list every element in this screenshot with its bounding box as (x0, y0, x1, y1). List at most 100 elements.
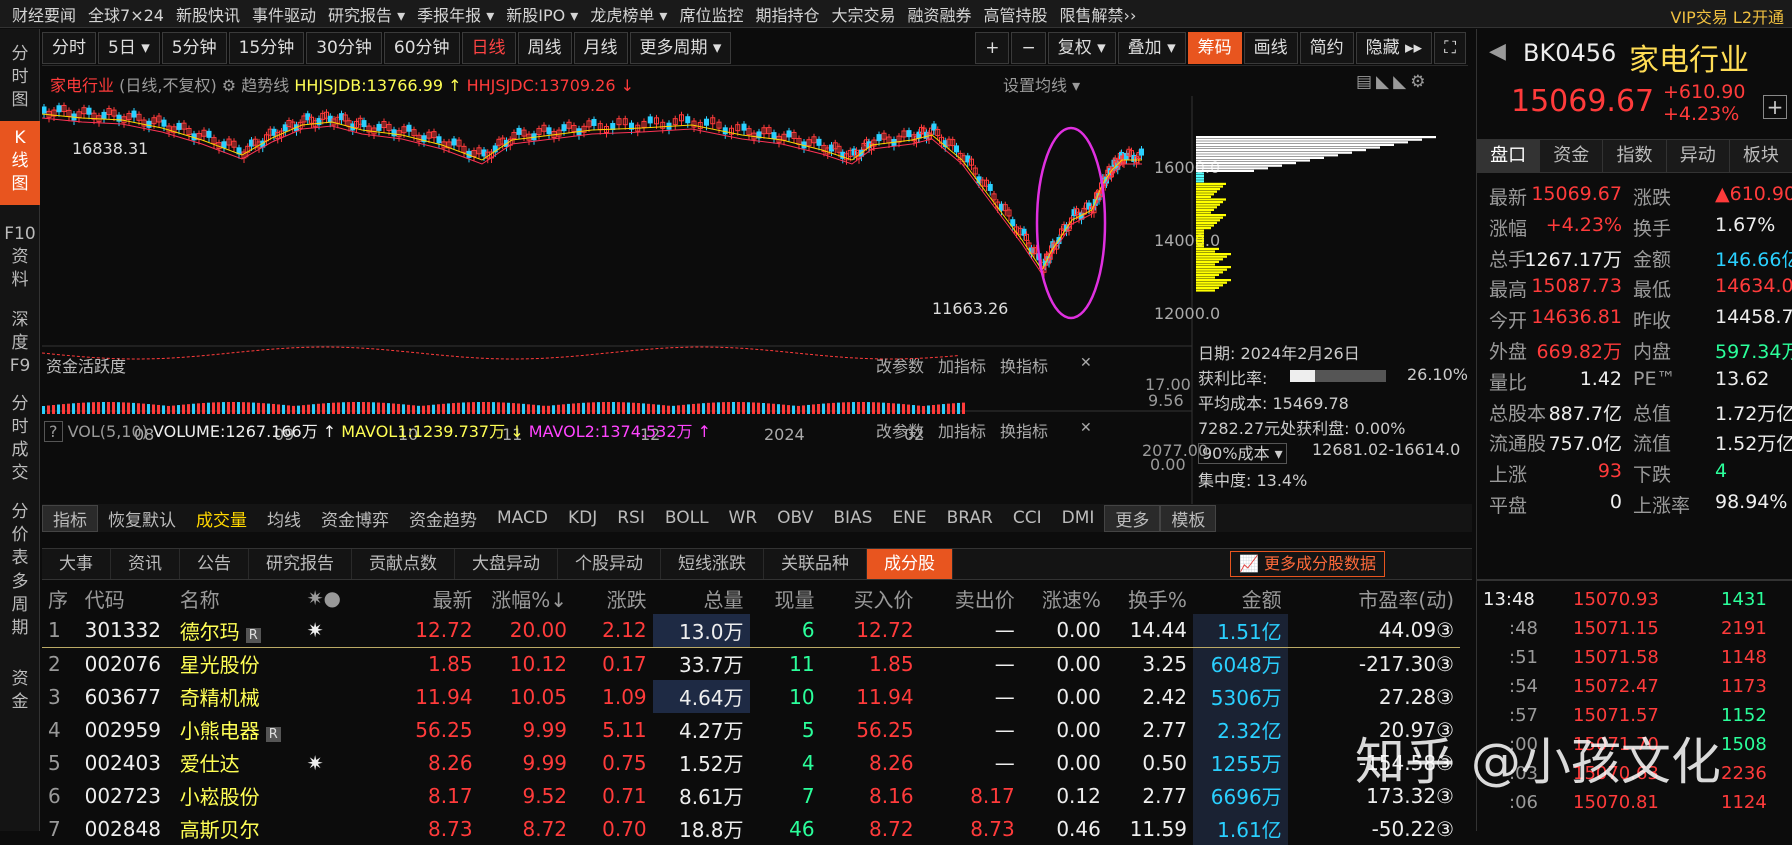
tool-7[interactable]: 隐藏 ▸▸ (1355, 31, 1433, 64)
close-icon[interactable]: ✕ (1080, 420, 1092, 436)
tool-8[interactable]: ⛶ (1434, 31, 1466, 64)
left-tab-7[interactable]: 资 金 (0, 662, 40, 724)
left-tab-6[interactable]: 多 周 期 (0, 565, 40, 649)
nav-item-2[interactable]: 新股快讯 (176, 2, 240, 26)
indicator-tab-1[interactable]: 恢复默认 (98, 506, 186, 531)
col-header-6[interactable]: 涨跌 (573, 582, 653, 614)
quote-tab-3[interactable]: 异动 (1667, 140, 1730, 172)
add-watch-icon[interactable]: + (1763, 95, 1787, 119)
nav-item-0[interactable]: 财经要闻 (12, 2, 76, 26)
nav-item-3[interactable]: 事件驱动 (252, 2, 316, 26)
indicator-tab-3[interactable]: 均线 (257, 506, 311, 531)
indicator-tab-17[interactable]: 更多 (1104, 504, 1161, 532)
table-row[interactable]: 7 002848 高斯贝尔 8.73 8.72 0.70 18.8万 46 8.72 8.73 0.… (42, 812, 1460, 845)
col-header-9[interactable]: 买入价 (821, 582, 920, 614)
nav-item-6[interactable]: 新股IPO ▾ (506, 2, 578, 26)
tool-0[interactable]: + (975, 31, 1010, 64)
indicator-tab-10[interactable]: WR (719, 508, 768, 528)
quote-tab-4[interactable]: 板块 (1730, 140, 1792, 172)
period-1[interactable]: 5日 ▾ (98, 31, 160, 64)
period-8[interactable]: 月线 (573, 31, 628, 64)
gear-icon[interactable]: ⚙ (222, 76, 236, 95)
col-header-10[interactable]: 卖出价 (920, 582, 1021, 614)
bottom-tab-1[interactable]: 资讯 (111, 549, 180, 579)
col-header-8[interactable]: 现量 (750, 582, 821, 614)
nav-item-10[interactable]: 大宗交易 (832, 2, 896, 26)
chip-cost-select[interactable]: 90%成本 ▾ (1198, 443, 1287, 464)
bottom-tab-4[interactable]: 贡献点数 (352, 549, 455, 579)
tool-4[interactable]: 筹码 (1187, 31, 1242, 64)
help-icon[interactable]: ? (44, 421, 63, 442)
indicator-tab-0[interactable]: 指标 (42, 504, 98, 532)
bottom-tab-3[interactable]: 研究报告 (249, 549, 352, 579)
fund-btn-2[interactable]: 换指标 (1000, 353, 1048, 377)
left-tab-4[interactable]: 分 时 成 交 (0, 387, 40, 487)
indicator-tab-9[interactable]: BOLL (655, 508, 719, 528)
indicator-tab-6[interactable]: MACD (487, 508, 558, 528)
vol-btn-0[interactable]: 改参数 (876, 418, 924, 442)
bottom-tab-2[interactable]: 公告 (180, 549, 249, 579)
bottom-tab-0[interactable]: 大事 (42, 549, 111, 579)
ma-setting-button[interactable]: 设置均线 ▾ (1003, 72, 1080, 96)
indicator-tab-13[interactable]: ENE (882, 508, 936, 528)
period-0[interactable]: 分时 (42, 31, 96, 64)
period-7[interactable]: 周线 (517, 31, 572, 64)
quote-tab-0[interactable]: 盘口 (1477, 140, 1541, 172)
period-6[interactable]: 日线 (461, 31, 516, 64)
table-row[interactable]: 2 002076 星光股份 1.85 10.12 0.17 33.7万 11 1.85 — 0.00… (42, 647, 1460, 680)
indicator-tab-8[interactable]: RSI (607, 508, 655, 528)
nav-item-5[interactable]: 季报年报 ▾ (417, 2, 494, 26)
left-tab-2[interactable]: F10 资 料 (0, 217, 40, 295)
indicator-tab-14[interactable]: BRAR (937, 508, 1003, 528)
indicator-tab-5[interactable]: 资金趋势 (399, 506, 487, 531)
indicator-tab-11[interactable]: OBV (767, 508, 823, 528)
bottom-tab-6[interactable]: 个股异动 (558, 549, 661, 579)
quote-tab-1[interactable]: 资金 (1540, 140, 1604, 172)
bottom-tab-8[interactable]: 关联品种 (764, 549, 867, 579)
fund-btn-0[interactable]: 改参数 (876, 353, 924, 377)
col-header-14[interactable]: 市盈率(动) (1288, 582, 1460, 614)
tool-3[interactable]: 叠加 ▾ (1117, 31, 1186, 64)
nav-item-4[interactable]: 研究报告 ▾ (328, 2, 405, 26)
col-header-12[interactable]: 换手% (1107, 582, 1193, 614)
more-components-button[interactable]: 📈 更多成分股数据 (1230, 551, 1386, 577)
nav-item-9[interactable]: 期指持仓 (755, 2, 819, 26)
table-row[interactable]: 5 002403 爱仕达 ✷ 8.26 9.99 0.75 1.52万 4 8.26 — 0.00 0.… (42, 746, 1460, 779)
quote-tab-2[interactable]: 指数 (1603, 140, 1667, 172)
period-9[interactable]: 更多周期 ▾ (629, 31, 732, 64)
indicator-tab-12[interactable]: BIAS (823, 508, 882, 528)
col-header-4[interactable]: 最新 (404, 582, 479, 614)
close-icon[interactable]: ✕ (1080, 355, 1092, 371)
prev-icon[interactable]: ◀ (1489, 39, 1506, 64)
left-tab-3[interactable]: 深 度 F9 (0, 303, 40, 379)
col-header-1[interactable]: 代码 (79, 582, 174, 614)
nav-item-8[interactable]: 席位监控 (679, 2, 743, 26)
bottom-tab-9[interactable]: 成分股 (867, 549, 953, 579)
left-tab-5[interactable]: 分 价 表 (0, 495, 40, 568)
indicator-tab-16[interactable]: DMI (1052, 508, 1105, 528)
period-3[interactable]: 15分钟 (228, 31, 305, 64)
col-header-11[interactable]: 涨速% (1021, 582, 1107, 614)
col-header-0[interactable]: 序 (42, 582, 79, 614)
nav-item-7[interactable]: 龙虎榜单 ▾ (590, 2, 667, 26)
draw-tools-icons[interactable]: ▤◣◣⚙ (1356, 72, 1429, 92)
period-4[interactable]: 30分钟 (306, 31, 382, 64)
vip-links[interactable]: VIP交易 L2开通 (1671, 4, 1785, 27)
tool-5[interactable]: 画线 (1243, 31, 1298, 64)
fund-btn-1[interactable]: 加指标 (938, 353, 986, 377)
vol-btn-1[interactable]: 加指标 (938, 418, 986, 442)
period-5[interactable]: 60分钟 (383, 31, 460, 64)
col-header-3[interactable]: ✷● (301, 582, 404, 614)
period-2[interactable]: 5分钟 (161, 31, 227, 64)
table-row[interactable]: 3 603677 奇精机械 11.94 10.05 1.09 4.64万 10 11.94 — 0.… (42, 680, 1460, 713)
bottom-tab-5[interactable]: 大盘异动 (455, 549, 558, 579)
nav-item-1[interactable]: 全球7×24 (88, 2, 164, 26)
left-tab-1[interactable]: K 线 图 (0, 121, 40, 205)
nav-item-12[interactable]: 高管持股 (984, 2, 1048, 26)
nav-item-11[interactable]: 融资融券 (908, 2, 972, 26)
nav-item-13[interactable]: 限售解禁›› (1060, 2, 1137, 26)
indicator-tab-2[interactable]: 成交量 (186, 506, 257, 531)
tool-6[interactable]: 简约 (1299, 31, 1354, 64)
indicator-tab-15[interactable]: CCI (1003, 508, 1052, 528)
col-header-5[interactable]: 涨幅%↓ (479, 582, 573, 614)
